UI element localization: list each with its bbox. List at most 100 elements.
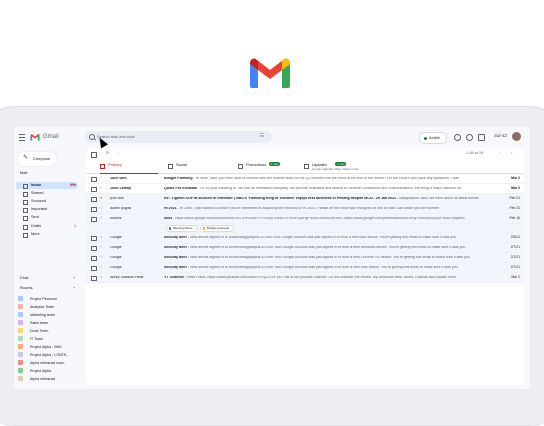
room-item[interactable]: Project Alpha - BKK — [18, 343, 84, 351]
star-icon[interactable]: ☆ — [99, 175, 103, 180]
sidebar-item-drafts[interactable]: Drafts 1 — [16, 223, 78, 230]
star-icon[interactable]: ☆ — [99, 264, 103, 269]
star-icon[interactable]: ☆ — [99, 274, 103, 279]
sidebar-item-important[interactable]: Important — [16, 206, 78, 213]
row-checkbox[interactable] — [91, 176, 97, 182]
sidebar-item-starred[interactable]: Starred — [16, 190, 78, 197]
room-item[interactable]: IT Team — [18, 335, 84, 343]
row-checkbox[interactable] — [91, 275, 97, 281]
room-item[interactable]: Dodo Team — [18, 327, 84, 335]
email-row[interactable]: ☆ Google Security alert - New device signe… — [86, 253, 524, 263]
primary-tab-icon — [100, 164, 105, 169]
more-options-icon[interactable]: ⋮ — [116, 151, 120, 155]
room-item[interactable]: Alpha rehearsal room — [18, 359, 84, 367]
email-row[interactable]: ☆ Alicey Shadow Pesie YT Channel - Hello P… — [86, 273, 524, 283]
tab-label: Primary — [108, 162, 122, 167]
sidebar-item-snoozed[interactable]: Snoozed — [16, 198, 78, 205]
next-page-icon[interactable]: › — [511, 151, 512, 155]
room-label: Dodo Team — [30, 328, 49, 333]
top-bar: Gmail Search mail and chat ☷ Active Sal-… — [14, 127, 530, 147]
star-icon[interactable]: ★ — [99, 195, 103, 200]
star-icon[interactable]: ☆ — [99, 185, 103, 190]
new-chat-plus-icon[interactable]: + — [73, 276, 75, 280]
room-label: Sales team — [30, 320, 48, 325]
drafts-icon — [23, 224, 28, 230]
gmail-window: Gmail Search mail and chat ☷ Active Sal-… — [14, 127, 530, 389]
help-icon[interactable] — [454, 134, 461, 141]
email-subject: YT Channel — [164, 276, 184, 279]
room-item[interactable]: Alpha rehearsal — [18, 375, 84, 383]
apps-grid-icon[interactable] — [478, 134, 485, 141]
star-icon[interactable]: ☆ — [99, 215, 103, 220]
chat-section-header[interactable]: Chat + — [20, 276, 75, 280]
room-label: Alpha rehearsal room — [30, 360, 65, 365]
prev-page-icon[interactable]: ‹ — [500, 151, 501, 155]
status-selector[interactable]: Active — [419, 132, 447, 144]
email-snippet: - Hello Piana, https://www.youtube.com/w… — [183, 276, 457, 279]
settings-icon[interactable] — [466, 134, 473, 141]
tab-promotions[interactable]: Promotions 1 new — [234, 160, 300, 173]
tab-subtitle: Google Calendar, Maps, Stayin touch — [312, 167, 359, 171]
row-checkbox[interactable] — [91, 265, 97, 271]
email-sender: Google — [110, 236, 122, 239]
row-checkbox[interactable] — [91, 196, 97, 202]
rooms-section-header[interactable]: Rooms + — [20, 286, 75, 290]
room-item[interactable]: Marketing team — [18, 311, 84, 319]
email-row[interactable]: ☆ John Lamay Quote For Estimate - Hi, I'm … — [86, 184, 524, 194]
star-icon[interactable]: ☆ — [99, 205, 103, 210]
tab-social[interactable]: Social — [164, 160, 230, 173]
email-row[interactable]: ☆ lauren puglisi Hi 2021 - Hi Josh, I just… — [86, 204, 524, 214]
status-label: Active — [429, 135, 440, 140]
new-room-plus-icon[interactable]: + — [73, 286, 75, 290]
email-row[interactable]: ☆ Google Security alert - New device signe… — [86, 233, 524, 243]
search-bar[interactable]: Search mail and chat ☷ — [84, 131, 272, 143]
tab-primary[interactable]: Primary — [96, 160, 162, 174]
email-row[interactable]: ☆ Andrés links - https://docs.google.com/d… — [86, 214, 524, 224]
compose-button[interactable]: ✎ Compose — [18, 152, 56, 166]
mail-section-header[interactable]: Mail — [20, 171, 27, 175]
room-item[interactable]: Analytics Team — [18, 303, 84, 311]
row-checkbox[interactable] — [91, 186, 97, 192]
pagination-label: 1–50 of 1K — [466, 151, 484, 155]
important-icon — [23, 207, 28, 213]
row-checkbox[interactable] — [91, 245, 97, 251]
email-sender: Julie Wen — [110, 177, 127, 180]
search-icon[interactable] — [89, 134, 95, 140]
room-item[interactable]: Project Pinecone — [18, 295, 84, 303]
star-icon[interactable]: ☆ — [99, 254, 103, 259]
main-menu-icon[interactable] — [19, 134, 25, 141]
row-checkbox[interactable] — [91, 216, 97, 222]
room-label: Project Alpha - LONTE... — [30, 352, 70, 357]
attachment-chip[interactable]: Meeting Notes — [166, 225, 198, 232]
attachment-row: Meeting Notes Budget proposal — [86, 224, 524, 233]
avatar[interactable] — [512, 132, 521, 141]
tab-updates[interactable]: Updates 1 new Google Calendar, Maps, Stayi… — [300, 160, 366, 173]
email-row[interactable]: ★ john doe Re: 'Tighten SOP at sources of … — [86, 194, 524, 204]
email-row[interactable]: ☆ Julie Wen Budget Planning - Hi Mike, hav… — [86, 174, 524, 184]
room-item[interactable]: Sales team — [18, 319, 84, 327]
sidebar-item-label: Sent — [31, 214, 39, 219]
email-row[interactable]: ☆ Google Security alert - New device signe… — [86, 243, 524, 253]
social-tab-icon — [168, 164, 173, 169]
sidebar-item-more[interactable]: More — [16, 231, 78, 238]
email-row[interactable]: ☆ Google Security alert - New device signe… — [86, 263, 524, 273]
sidebar-item-sent[interactable]: Sent — [16, 214, 78, 221]
sidebar-item-inbox[interactable]: Inbox 999 — [16, 182, 78, 189]
search-options-icon[interactable]: ☷ — [260, 134, 264, 139]
gmail-small-logo-icon[interactable] — [30, 133, 40, 141]
attachment-chip[interactable]: Budget proposal — [200, 225, 234, 232]
select-all-checkbox[interactable] — [91, 152, 97, 158]
room-item[interactable]: Project Alpha - LONTE... — [18, 351, 84, 359]
room-item[interactable]: Project Alpha — [18, 367, 84, 375]
email-date: Feb 21 — [509, 196, 520, 200]
star-icon[interactable]: ☆ — [99, 234, 103, 239]
star-icon[interactable]: ☆ — [99, 244, 103, 249]
refresh-icon[interactable]: ↻ — [106, 151, 109, 155]
room-avatar-icon — [18, 312, 23, 317]
row-checkbox[interactable] — [91, 255, 97, 261]
email-preview: Budget Planning - Hi Mike, have you been… — [164, 177, 502, 181]
row-checkbox[interactable] — [91, 206, 97, 212]
row-checkbox[interactable] — [91, 235, 97, 241]
email-sender: Alicey Shadow Pesie — [110, 276, 144, 279]
room-label: Project Alpha - BKK — [30, 344, 62, 349]
